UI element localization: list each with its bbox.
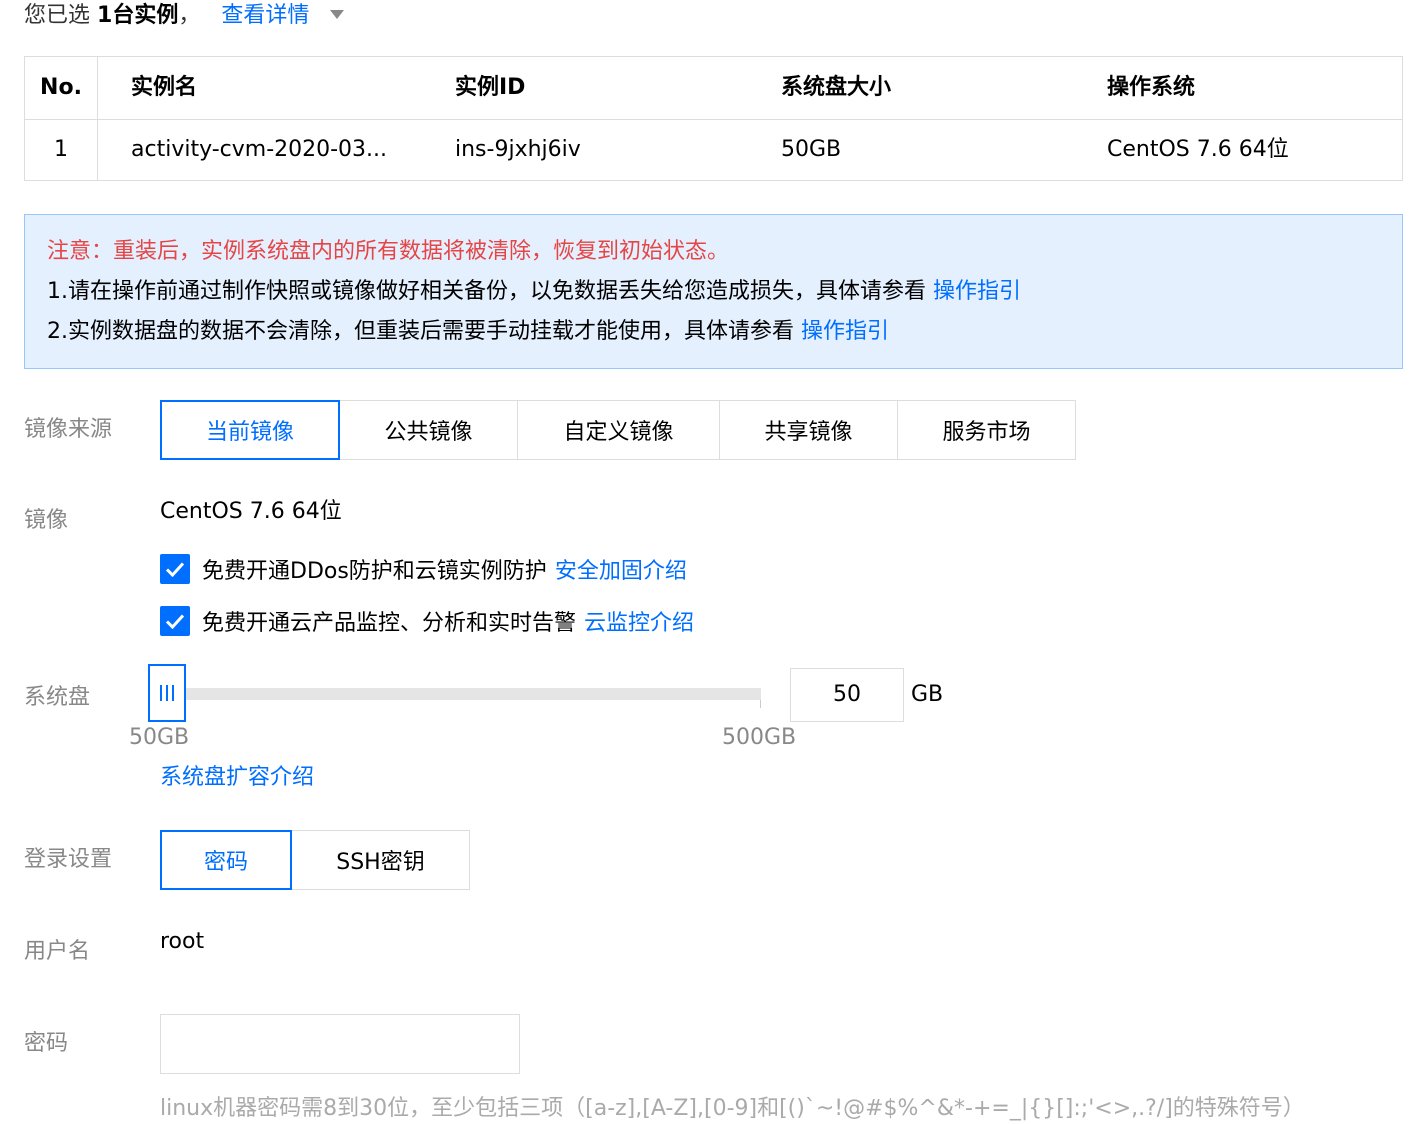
notice-item-1: 1.请在操作前通过制作快照或镜像做好相关备份，以免数据丢失给您造成损失，具体请参… — [47, 277, 1021, 307]
disk-size-slider[interactable] — [184, 688, 761, 700]
notice-item-1-text: 1.请在操作前通过制作快照或镜像做好相关备份，以免数据丢失给您造成损失，具体请参… — [47, 279, 926, 304]
column-header-no: No. — [40, 75, 82, 100]
image-source-selector: 当前镜像 公共镜像 自定义镜像 共享镜像 服务市场 — [160, 400, 1076, 460]
selection-prefix: 您已选 — [24, 3, 91, 28]
security-hardening-link[interactable]: 安全加固介绍 — [555, 553, 687, 585]
cell-instance-name: activity-cvm-2020-03... — [131, 137, 388, 162]
ddos-option-text: 免费开通DDos防护和云镜实例防护 — [202, 559, 547, 584]
column-header-instance-name: 实例名 — [131, 75, 198, 100]
table-row: 1 activity-cvm-2020-03... ins-9jxhj6iv 5… — [25, 119, 1402, 181]
guide-link-2[interactable]: 操作指引 — [801, 319, 889, 344]
view-details-link[interactable]: 查看详情 — [221, 3, 309, 28]
chevron-down-icon[interactable] — [330, 9, 345, 19]
checkmark-icon — [165, 614, 185, 629]
grip-icon — [160, 685, 174, 701]
cell-instance-id: ins-9jxhj6iv — [455, 137, 581, 162]
column-header-instance-id: 实例ID — [455, 75, 526, 100]
tab-custom-image[interactable]: 自定义镜像 — [517, 400, 720, 460]
slider-max-label: 500GB — [722, 725, 797, 750]
notice-item-2: 2.实例数据盘的数据不会清除，但重装后需要手动挂载才能使用，具体请参看 操作指引 — [47, 317, 889, 347]
cloud-monitor-link[interactable]: 云监控介绍 — [584, 605, 694, 637]
password-label: 密码 — [24, 1031, 69, 1056]
login-method-selector: 密码 SSH密钥 — [160, 830, 470, 890]
selection-summary: 您已选 1台实例， 查看详情 — [24, 2, 345, 30]
table-header-row: No. 实例名 实例ID 系统盘大小 操作系统 — [25, 57, 1402, 120]
disk-size-input[interactable]: 50 — [790, 668, 904, 722]
cell-os: CentOS 7.6 64位 — [1107, 137, 1289, 162]
selection-suffix: ， — [178, 3, 201, 28]
ddos-option: 免费开通DDos防护和云镜实例防护 安全加固介绍 — [160, 553, 687, 585]
password-input[interactable] — [160, 1014, 520, 1074]
checkmark-icon — [165, 562, 185, 577]
username-value: root — [160, 929, 205, 954]
disk-expansion-link[interactable]: 系统盘扩容介绍 — [160, 763, 314, 793]
system-disk-label: 系统盘 — [24, 685, 91, 710]
password-hint: linux机器密码需8到30位，至少包括三项（[a-z],[A-Z],[0-9]… — [160, 1096, 1305, 1121]
column-header-os: 操作系统 — [1107, 75, 1196, 100]
username-label: 用户名 — [24, 939, 91, 964]
notice-warning: 注意：重装后，实例系统盘内的所有数据将被清除，恢复到初始状态。 — [47, 239, 730, 264]
tab-shared-image[interactable]: 共享镜像 — [719, 400, 898, 460]
column-header-disk-size: 系统盘大小 — [781, 75, 892, 100]
selection-count: 1台实例 — [97, 3, 179, 28]
image-source-label: 镜像来源 — [24, 417, 113, 442]
tab-current-image[interactable]: 当前镜像 — [160, 400, 340, 460]
tab-ssh-key[interactable]: SSH密钥 — [291, 830, 470, 890]
reinstall-notice: 注意：重装后，实例系统盘内的所有数据将被清除，恢复到初始状态。 1.请在操作前通… — [24, 214, 1403, 369]
notice-item-2-text: 2.实例数据盘的数据不会清除，但重装后需要手动挂载才能使用，具体请参看 — [47, 319, 794, 344]
tab-password[interactable]: 密码 — [160, 830, 292, 890]
slider-end-tick — [760, 700, 761, 708]
monitor-option: 免费开通云产品监控、分析和实时告警 云监控介绍 — [160, 605, 694, 637]
guide-link-1[interactable]: 操作指引 — [933, 279, 1021, 304]
slider-handle[interactable] — [148, 664, 186, 722]
cell-disk-size: 50GB — [781, 137, 842, 162]
login-settings-label: 登录设置 — [24, 847, 113, 872]
monitor-option-text: 免费开通云产品监控、分析和实时告警 — [202, 611, 577, 636]
slider-min-label: 50GB — [129, 725, 190, 750]
image-value: CentOS 7.6 64位 — [160, 499, 342, 524]
tab-marketplace[interactable]: 服务市场 — [897, 400, 1076, 460]
ddos-checkbox[interactable] — [160, 554, 190, 584]
tab-public-image[interactable]: 公共镜像 — [339, 400, 518, 460]
monitor-checkbox[interactable] — [160, 606, 190, 636]
disk-size-unit: GB — [911, 682, 944, 707]
cell-no: 1 — [54, 137, 68, 162]
image-label: 镜像 — [24, 508, 69, 533]
instance-table: No. 实例名 实例ID 系统盘大小 操作系统 1 activity-cvm-2… — [24, 56, 1403, 181]
